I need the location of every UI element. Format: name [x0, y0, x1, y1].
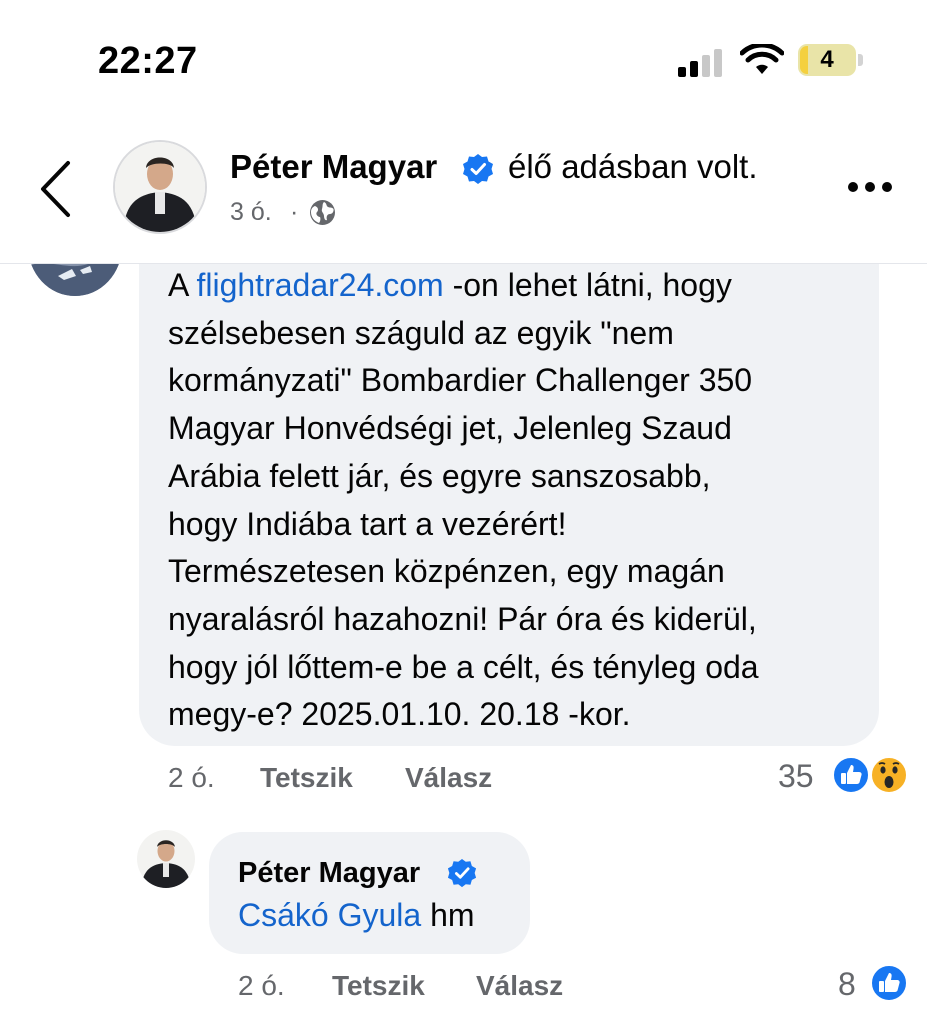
status-time: 22:27 [98, 40, 198, 82]
battery-icon: 4 [798, 44, 856, 76]
author-avatar[interactable] [113, 140, 207, 234]
comment-line: nyaralásról hazahozni! Pár óra és kiderü… [168, 600, 757, 637]
reply-author-avatar[interactable] [137, 830, 195, 888]
post-header: Péter Magyar élő adásban volt. 3 ó. · [0, 120, 927, 264]
globe-icon [310, 200, 335, 225]
wow-icon[interactable] [870, 756, 908, 794]
like-button[interactable]: Tetszik [260, 762, 353, 794]
back-icon[interactable] [38, 160, 72, 218]
comment-line: hogy Indiába tart a vezérért! [168, 505, 567, 542]
comment-line: hogy jól lőttem-e be a célt, és tényleg … [168, 648, 759, 685]
reaction-count[interactable]: 35 [778, 758, 814, 795]
comment-text: A flightradar24.com -on lehet látni, hog… [168, 262, 868, 739]
reply-time[interactable]: 2 ó. [238, 970, 285, 1002]
reply-reaction-count[interactable]: 8 [838, 966, 856, 1003]
reply-author-name[interactable]: Péter Magyar [238, 857, 420, 890]
person-photo-icon [137, 830, 195, 888]
author-name[interactable]: Péter Magyar [230, 148, 437, 186]
comment-line: szélsebesen száguld az egyik "nem [168, 314, 674, 351]
reply-button[interactable]: Válasz [405, 762, 492, 794]
mention-link[interactable]: Csákó Gyula [238, 897, 421, 933]
comment-line: A flightradar24.com -on lehet látni, hog… [168, 267, 732, 303]
comment-time[interactable]: 2 ó. [168, 762, 215, 794]
reply-text: Csákó Gyula hm [238, 897, 475, 933]
post-time[interactable]: 3 ó. [230, 198, 272, 227]
battery-level: 4 [820, 46, 834, 73]
comment-line: Arábia felett jár, és egyre sanszosabb, [168, 457, 711, 494]
post-action-text: élő adásban volt. [508, 148, 758, 185]
verified-badge-icon [463, 154, 493, 184]
wifi-icon [740, 44, 784, 74]
battery-cap [858, 54, 863, 66]
comment-line: kormányzati" Bombardier Challenger 350 [168, 362, 753, 399]
reply-reply-button[interactable]: Válasz [476, 970, 563, 1002]
reply-bubble[interactable] [209, 832, 530, 954]
like-icon[interactable] [832, 756, 870, 794]
separator-dot: · [290, 198, 299, 226]
more-options-icon[interactable] [846, 180, 894, 194]
cellular-signal-icon [678, 49, 724, 77]
verified-badge-icon [447, 858, 477, 888]
person-photo-icon [115, 142, 205, 232]
like-icon[interactable] [870, 964, 908, 1002]
flightradar-link[interactable]: flightradar24.com [196, 267, 443, 303]
comment-line: Magyar Honvédségi jet, Jelenleg Szaud [168, 410, 732, 447]
comment-line: Természetesen közpénzen, egy magán [168, 553, 725, 590]
comment-line: megy-e? 2025.01.10. 20.18 -kor. [168, 696, 631, 733]
reply-like-button[interactable]: Tetszik [332, 970, 425, 1002]
